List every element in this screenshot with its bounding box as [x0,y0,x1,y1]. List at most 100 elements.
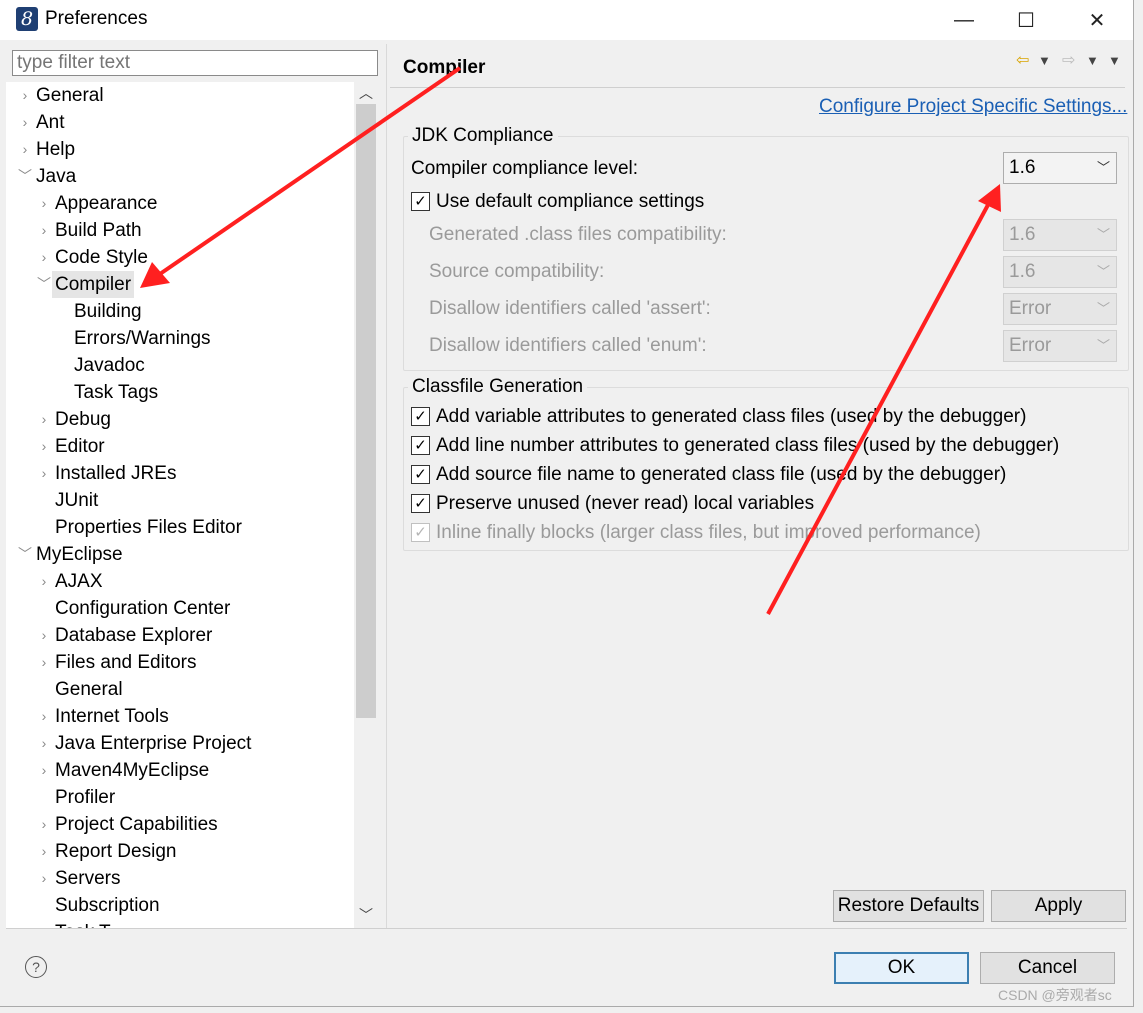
generated-class-compat-label: Generated .class files compatibility: [429,224,727,245]
chevron-right-icon[interactable]: › [37,433,51,460]
chevron-right-icon[interactable]: › [37,811,51,838]
chevron-right-icon[interactable]: › [37,244,51,271]
classfile-option-label: Add variable attributes to generated cla… [436,406,1027,427]
use-default-compliance-label: Use default compliance settings [436,191,705,212]
tree-item-label: Profiler [55,787,116,808]
tree-item-label: Compiler [52,271,135,298]
cancel-button[interactable]: Cancel [980,952,1115,984]
watermark-text: CSDN @旁观者sc [998,987,1112,1003]
disallow-enum-value: Error [1009,335,1052,356]
chevron-right-icon[interactable]: › [37,838,51,865]
chevron-right-icon[interactable]: › [37,217,51,244]
back-arrow-icon[interactable]: ⇦ [1016,50,1029,72]
chevron-right-icon[interactable]: › [37,406,51,433]
pane-splitter[interactable] [386,44,387,928]
chevron-down-icon[interactable]: ﹀ [18,541,32,568]
source-compat-value: 1.6 [1009,261,1036,282]
tree-item-label: Code Style [55,247,148,268]
tree-item-label: Configuration Center [55,598,231,619]
tree-scrollbar[interactable]: ︿ ﹀ [354,82,378,928]
chevron-down-icon: ﹀ [1096,301,1110,316]
history-navigation: ⇦ ▼ ⇨ ▼ ▼ [1014,50,1124,72]
configure-project-settings-link[interactable]: Configure Project Specific Settings... [819,96,1127,118]
preference-tree[interactable]: › General › Ant › Help ﹀ Java › Appearance › Build … [6,82,354,928]
scroll-up-icon[interactable]: ︿ [354,82,378,104]
tree-item-label: Task T... [55,919,124,928]
help-icon[interactable]: ? [25,956,47,978]
chevron-right-icon[interactable]: › [37,865,51,892]
chevron-down-icon[interactable]: ﹀ [37,271,51,298]
use-default-compliance-checkbox[interactable]: ✓ [411,192,430,211]
filter-input[interactable] [12,50,378,76]
preferences-dialog: 8 Preferences — ☐ ✕ ›General›Ant›Help﹀Ja… [0,0,1134,1007]
apply-button[interactable]: Apply [991,890,1126,922]
disallow-assert-label: Disallow identifiers called 'assert': [429,298,711,319]
tree-item-label: Files and Editors [55,652,197,673]
chevron-right-icon[interactable]: › [37,460,51,487]
chevron-right-icon[interactable]: › [37,757,51,784]
tree-item-label: General [36,85,104,106]
chevron-down-icon[interactable]: ﹀ [18,163,32,190]
tree-item-label: JUnit [55,490,99,511]
forward-arrow-icon[interactable]: ⇨ [1062,50,1075,72]
tree-item-label: General [55,679,123,700]
classfile-option-checkbox[interactable]: ✓ [411,523,430,542]
tree-item-label: AJAX [55,571,103,592]
classfile-option-label: Add line number attributes to generated … [436,435,1060,456]
chevron-down-icon: ﹀ [1096,160,1110,175]
view-menu-icon[interactable]: ▼ [1108,50,1121,72]
chevron-right-icon[interactable]: › [37,649,51,676]
maximize-button[interactable]: ☐ [1003,0,1049,40]
generated-class-compat-value: 1.6 [1009,224,1036,245]
tree-item-label: Help [36,139,76,160]
compliance-level-value: 1.6 [1009,157,1036,178]
chevron-right-icon[interactable]: › [18,109,32,136]
tree-item-label: Build Path [55,220,142,241]
minimize-button[interactable]: — [941,0,987,40]
classfile-option-checkbox[interactable]: ✓ [411,494,430,513]
compliance-level-select[interactable]: 1.6 ﹀ [1003,152,1117,184]
chevron-right-icon[interactable]: › [37,703,51,730]
title-separator [390,87,1125,88]
tree-item-label: Debug [55,409,111,430]
chevron-right-icon[interactable]: › [37,919,51,928]
chevron-down-icon: ﹀ [1096,264,1110,279]
disallow-assert-select[interactable]: Error ﹀ [1003,293,1117,325]
restore-defaults-button[interactable]: Restore Defaults [833,890,984,922]
tree-item-label: Subscription [55,895,160,916]
tree-item-label: Installed JREs [55,463,177,484]
classfile-generation-group-label: Classfile Generation [408,376,588,398]
button-bar-separator [6,928,1127,929]
ok-button[interactable]: OK [834,952,969,984]
tree-item-label: Task Tags [74,382,159,403]
page-title: Compiler [403,57,486,78]
tree-item-label: Editor [55,436,105,457]
chevron-right-icon[interactable]: › [37,730,51,757]
classfile-option-checkbox[interactable]: ✓ [411,436,430,455]
classfile-option-checkbox[interactable]: ✓ [411,407,430,426]
classfile-option-checkbox[interactable]: ✓ [411,465,430,484]
compliance-level-label: Compiler compliance level: [411,158,639,179]
tree-item-label: Properties Files Editor [55,517,242,538]
source-compat-select[interactable]: 1.6 ﹀ [1003,256,1117,288]
tree-item-label: Errors/Warnings [74,328,211,349]
chevron-right-icon[interactable]: › [37,190,51,217]
chevron-right-icon[interactable]: › [18,136,32,163]
tree-item-label: MyEclipse [36,544,123,565]
chevron-right-icon[interactable]: › [37,568,51,595]
forward-menu-chevron-icon[interactable]: ▼ [1086,50,1099,72]
source-compat-label: Source compatibility: [429,261,605,282]
disallow-enum-label: Disallow identifiers called 'enum': [429,335,707,356]
app-icon: 8 [16,7,38,31]
classfile-option-label: Inline finally blocks (larger class file… [436,522,981,543]
close-button[interactable]: ✕ [1074,0,1120,40]
scroll-down-icon[interactable]: ﹀ [354,904,378,926]
disallow-enum-select[interactable]: Error ﹀ [1003,330,1117,362]
chevron-down-icon: ﹀ [1096,338,1110,353]
chevron-right-icon[interactable]: › [37,622,51,649]
back-menu-chevron-icon[interactable]: ▼ [1038,50,1051,72]
scrollbar-thumb[interactable] [356,104,376,718]
tree-item-label: Ant [36,112,65,133]
chevron-right-icon[interactable]: › [18,82,32,109]
generated-class-compat-select[interactable]: 1.6 ﹀ [1003,219,1117,251]
